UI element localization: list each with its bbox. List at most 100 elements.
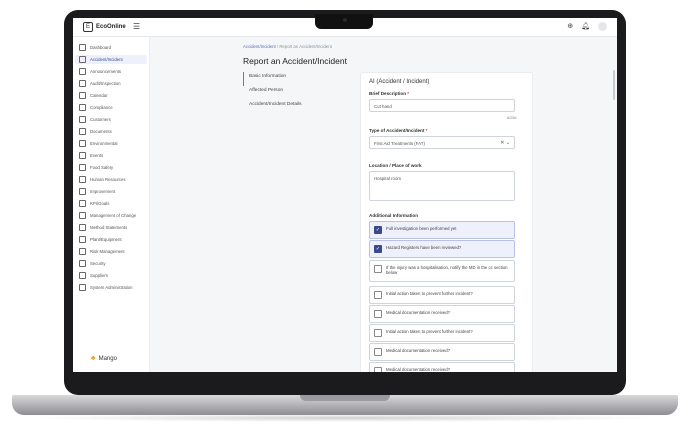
change-icon (79, 212, 86, 219)
char-counter: 8/256 (507, 116, 517, 120)
sidebar-item-label: Events (90, 153, 104, 158)
menu-icon[interactable]: ☰ (133, 22, 140, 31)
sidebar: Dashboard Accident/Incident Announcement… (73, 37, 150, 372)
brief-description-label: Brief Description * (369, 91, 410, 96)
checkbox-icon[interactable] (374, 265, 382, 273)
scrollbar[interactable] (613, 70, 615, 100)
sidebar-item-accident-incident[interactable]: Accident/Incident (75, 55, 147, 64)
sidebar-item-label: System Administration (90, 285, 133, 290)
sidebar-item-food-safety[interactable]: Food Safety (75, 163, 147, 172)
sidebar-item-management-of-change[interactable]: Management of Change (75, 211, 147, 220)
sidebar-item-announcements[interactable]: Announcements (75, 67, 147, 76)
location-textarea[interactable]: Hospital room (369, 171, 515, 201)
sidebar-item-label: Documents (90, 129, 112, 134)
step-affected-person[interactable]: Affected Person (243, 86, 343, 100)
sidebar-item-security[interactable]: Security (75, 259, 147, 268)
sidebar-item-label: Suppliers (90, 273, 108, 278)
checkbox-icon[interactable] (374, 367, 382, 372)
sidebar-item-calendar[interactable]: Calendar (75, 91, 147, 100)
add-icon[interactable]: ⊕ (567, 22, 573, 31)
checkbox-medical-documentation-2[interactable]: Medical documentation received? (369, 343, 515, 361)
sidebar-item-kpi-goals[interactable]: KPI/Goals (75, 199, 147, 208)
checkbox-medical-documentation-3[interactable]: Medical documentation received? (369, 362, 515, 372)
sidebar-item-system-administration[interactable]: System Administration (75, 283, 147, 292)
clipboard-icon (79, 80, 86, 87)
checkbox-icon[interactable] (374, 291, 382, 299)
sidebar-item-documents[interactable]: Documents (75, 127, 147, 136)
sidebar-item-method-statements[interactable]: Method Statements (75, 223, 147, 232)
camera-icon (343, 18, 347, 22)
logo-text: EcoOnline (96, 24, 126, 30)
sidebar-item-label: Calendar (90, 93, 108, 98)
page-title: Report an Accident/Incident (243, 56, 347, 66)
checkbox-label: If the injury was a hospitalisation, not… (386, 265, 508, 275)
breadcrumb-link[interactable]: Accident/Incident (243, 44, 276, 49)
bell-icon[interactable]: 🔔︎ (581, 22, 590, 31)
sidebar-item-audit[interactable]: Audit/Inspection (75, 79, 147, 88)
sidebar-item-label: Accident/Incident (90, 57, 123, 62)
food-icon (79, 164, 86, 171)
sidebar-item-environmental[interactable]: Environmental (75, 139, 147, 148)
checkbox-initial-action[interactable]: Initial action taken to prevent further … (369, 286, 515, 304)
location-label: Location / Place of work (369, 163, 422, 168)
checkbox-label: Full investigation been performed yet (386, 226, 457, 231)
sidebar-item-label: Human Resources (90, 177, 126, 182)
checkbox-checked-icon[interactable]: ✓ (374, 245, 382, 253)
brief-description-input[interactable]: Cut hand (369, 99, 515, 112)
type-select-value: First Aid Treatments (FAT) (374, 141, 425, 146)
clear-icon[interactable]: ✕ (500, 140, 504, 146)
sidebar-item-label: Improvement (90, 189, 116, 194)
compliance-icon (79, 104, 86, 111)
checkbox-hospitalisation[interactable]: If the injury was a hospitalisation, not… (369, 260, 515, 282)
mango-logo-icon: ♣ (91, 355, 96, 362)
folder-icon (79, 128, 86, 135)
sidebar-item-human-resources[interactable]: Human Resources (75, 175, 147, 184)
sidebar-item-plant-equipment[interactable]: Plant/Equipment (75, 235, 147, 244)
cart-icon (79, 116, 86, 123)
checkbox-hazard-registers[interactable]: ✓ Hazard Registers have been reviewed? (369, 240, 515, 258)
screen: E EcoOnline ☰ ⊕ 🔔︎ Dashboard Accident/In… (73, 18, 617, 372)
alert-icon (79, 56, 86, 63)
sidebar-item-label: KPI/Goals (90, 201, 110, 206)
checkbox-label: Medical documentation received? (386, 310, 451, 315)
sidebar-item-label: Environmental (90, 141, 118, 146)
truck-icon (79, 272, 86, 279)
form-steps: Basic Information Affected Person Accide… (243, 72, 343, 114)
method-icon (79, 224, 86, 231)
sidebar-item-events[interactable]: Events (75, 151, 147, 160)
checkbox-checked-icon[interactable]: ✓ (374, 226, 382, 234)
sidebar-item-label: Food Safety (90, 165, 114, 170)
step-basic-information[interactable]: Basic Information (243, 72, 343, 86)
checkbox-medical-documentation[interactable]: Medical documentation received? (369, 305, 515, 323)
equipment-icon (79, 236, 86, 243)
goals-icon (79, 200, 86, 207)
step-accident-details[interactable]: Accident/Incident Details (243, 100, 343, 114)
checkbox-initial-action-2[interactable]: Initial action taken to prevent further … (369, 324, 515, 342)
brand-text: Mango (98, 355, 117, 362)
type-label: Type of Accident/Incident * (369, 128, 428, 133)
sidebar-item-label: Risk Management (90, 249, 125, 254)
checkbox-full-investigation[interactable]: ✓ Full investigation been performed yet (369, 221, 515, 239)
sidebar-item-compliance[interactable]: Compliance (75, 103, 147, 112)
logo-mark: E (83, 22, 93, 32)
type-select[interactable]: First Aid Treatments (FAT) ✕ ⌄ (369, 136, 515, 149)
sidebar-item-suppliers[interactable]: Suppliers (75, 271, 147, 280)
laptop-base-notch (300, 395, 390, 401)
checkbox-icon[interactable] (374, 329, 382, 337)
breadcrumb-current: / Report an Accident/Incident (275, 44, 332, 49)
chart-icon (79, 188, 86, 195)
user-avatar-icon[interactable] (598, 22, 607, 31)
chevron-down-icon[interactable]: ⌄ (506, 140, 510, 146)
checkbox-icon[interactable] (374, 310, 382, 318)
checkbox-label: Initial action taken to prevent further … (386, 329, 473, 334)
sidebar-item-risk-management[interactable]: Risk Management (75, 247, 147, 256)
checkbox-icon[interactable] (374, 348, 382, 356)
sidebar-item-improvement[interactable]: Improvement (75, 187, 147, 196)
checkbox-label: Medical documentation received? (386, 367, 451, 372)
sidebar-item-label: Customers (90, 117, 111, 122)
sidebar-item-dashboard[interactable]: Dashboard (75, 43, 147, 52)
sidebar-item-customers[interactable]: Customers (75, 115, 147, 124)
risk-icon (79, 248, 86, 255)
app-logo[interactable]: E EcoOnline (83, 22, 126, 32)
additional-info-label: Additional Information (369, 213, 418, 218)
